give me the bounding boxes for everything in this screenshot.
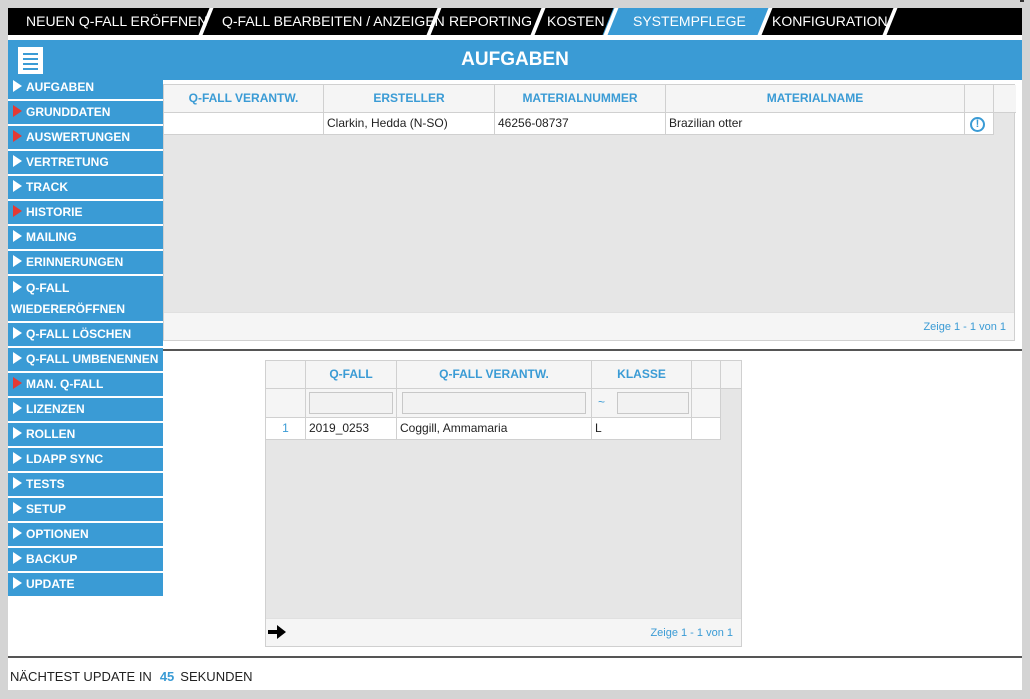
sidebar-item-optionen[interactable]: OPTIONEN xyxy=(8,523,163,548)
triangle-right-icon xyxy=(13,255,22,267)
filter-verantw-input[interactable] xyxy=(402,392,586,414)
sidebar-item-grunddaten[interactable]: GRUNDDATEN xyxy=(8,101,163,126)
table-cell[interactable]: Coggill, Ammamaria xyxy=(397,418,592,440)
filter-cell xyxy=(306,389,397,418)
table-cell[interactable]: L xyxy=(592,418,692,440)
triangle-right-icon xyxy=(13,230,22,242)
column-header-scroll xyxy=(994,85,1016,113)
column-header-materialname[interactable]: MATERIALNAME xyxy=(666,85,965,113)
table-cell xyxy=(692,418,721,440)
triangle-right-icon xyxy=(13,452,22,464)
tab-reporting[interactable]: REPORTING xyxy=(431,8,535,35)
column-header-empty xyxy=(692,361,721,389)
sidebar-item-q-fall-umbenennen[interactable]: Q-FALL UMBENENNEN xyxy=(8,348,163,373)
window-corner-mark xyxy=(1020,0,1024,2)
menu-document-icon[interactable] xyxy=(13,43,47,77)
pager-info: Zeige 1 - 1 von 1 xyxy=(650,627,733,639)
table-cell[interactable]: 46256-08737 xyxy=(495,113,666,135)
sidebar-item-update[interactable]: UPDATE xyxy=(8,573,163,598)
sidebar-item-mailing[interactable]: MAILING xyxy=(8,226,163,251)
column-header-q-fall[interactable]: Q-FALL xyxy=(306,361,397,389)
table-cell-action: ! xyxy=(965,113,994,135)
table-cell[interactable]: Brazilian otter xyxy=(666,113,965,135)
triangle-right-icon xyxy=(13,80,22,92)
filter-cell xyxy=(692,389,721,418)
filter-cell: ~ xyxy=(592,389,692,418)
q-fall-grid: Q-FALL Q-FALL VERANTW. KLASSE ~ 1 2019_0… xyxy=(265,360,742,647)
triangle-right-icon xyxy=(13,577,22,589)
main-frame: AUFGABEN AUFGABEN GRUNDDATEN AUSWERTUNGE… xyxy=(8,35,1022,690)
filter-klasse-input[interactable] xyxy=(617,392,689,414)
aufgaben-grid: Q-FALL VERANTW. ERSTELLER MATERIALNUMMER… xyxy=(163,84,1016,341)
column-header-q-fall-verantw[interactable]: Q-FALL VERANTW. xyxy=(397,361,592,389)
sidebar-item-q-fall-loeschen[interactable]: Q-FALL LÖSCHEN xyxy=(8,323,163,348)
triangle-right-icon xyxy=(13,130,22,142)
exclamation-circle-icon[interactable]: ! xyxy=(970,117,985,132)
grid-footer: Zeige 1 - 1 von 1 xyxy=(164,312,1014,340)
page-title: AUFGABEN xyxy=(8,40,1022,80)
arrow-right-icon[interactable] xyxy=(268,625,286,639)
triangle-right-icon xyxy=(13,402,22,414)
table-cell[interactable] xyxy=(164,113,324,135)
triangle-right-icon xyxy=(13,327,22,339)
triangle-right-icon xyxy=(13,105,22,117)
pager-info: Zeige 1 - 1 von 1 xyxy=(923,321,1006,333)
triangle-right-icon xyxy=(13,352,22,364)
column-header-scroll xyxy=(721,361,741,389)
column-header-q-fall-verantw[interactable]: Q-FALL VERANTW. xyxy=(164,85,324,113)
sidebar-item-rollen[interactable]: ROLLEN xyxy=(8,423,163,448)
column-header-ersteller[interactable]: ERSTELLER xyxy=(324,85,495,113)
column-header-rownum xyxy=(266,361,306,389)
sidebar-item-vertretung[interactable]: VERTRETUNG xyxy=(8,151,163,176)
triangle-right-icon xyxy=(13,502,22,514)
triangle-right-icon xyxy=(13,180,22,192)
sidebar-item-erinnerungen[interactable]: ERINNERUNGEN xyxy=(8,251,163,276)
update-countdown: 45 xyxy=(159,669,175,684)
sidebar-item-aufgaben[interactable]: AUFGABEN xyxy=(8,76,163,101)
sidebar-item-historie[interactable]: HISTORIE xyxy=(8,201,163,226)
filter-cell xyxy=(266,389,306,418)
column-header-action xyxy=(965,85,994,113)
tab-konfiguration[interactable]: KONFIGURATION xyxy=(754,8,888,35)
sidebar-item-ldapp-sync[interactable]: LDAPP SYNC xyxy=(8,448,163,473)
triangle-right-icon xyxy=(13,281,22,293)
triangle-right-icon xyxy=(13,155,22,167)
table-cell[interactable]: Clarkin, Hedda (N-SO) xyxy=(324,113,495,135)
sidebar-item-setup[interactable]: SETUP xyxy=(8,498,163,523)
triangle-right-icon xyxy=(13,205,22,217)
sidebar-item-q-fall-wiedereroeffnen[interactable]: Q-FALL WIEDERERÖFFNEN xyxy=(8,276,163,323)
sidebar-item-backup[interactable]: BACKUP xyxy=(8,548,163,573)
tab-q-fall-bearbeiten[interactable]: Q-FALL BEARBEITEN / ANZEIGEN xyxy=(204,8,445,35)
sidebar-item-tests[interactable]: TESTS xyxy=(8,473,163,498)
row-number: 1 xyxy=(266,418,306,440)
update-status: NÄCHTEST UPDATE IN 45 SEKUNDEN xyxy=(10,669,253,684)
sidebar-menu: AUFGABEN GRUNDDATEN AUSWERTUNGEN VERTRET… xyxy=(8,76,163,598)
filter-cell xyxy=(397,389,592,418)
column-header-klasse[interactable]: KLASSE xyxy=(592,361,692,389)
table-cell[interactable]: 2019_0253 xyxy=(306,418,397,440)
tab-kosten[interactable]: KOSTEN xyxy=(529,8,607,35)
filter-operator[interactable]: ~ xyxy=(598,395,605,409)
triangle-right-icon xyxy=(13,527,22,539)
triangle-right-icon xyxy=(13,427,22,439)
column-header-materialnummer[interactable]: MATERIALNUMMER xyxy=(495,85,666,113)
top-navigation: NEUEN Q-FALL ERÖFFNEN Q-FALL BEARBEITEN … xyxy=(8,8,1022,35)
triangle-right-icon xyxy=(13,552,22,564)
triangle-right-icon xyxy=(13,377,22,389)
sidebar-item-man-q-fall[interactable]: MAN. Q-FALL xyxy=(8,373,163,398)
sidebar-item-track[interactable]: TRACK xyxy=(8,176,163,201)
grid-footer: Zeige 1 - 1 von 1 xyxy=(266,618,741,646)
filter-q-fall-input[interactable] xyxy=(309,392,393,414)
tab-systempflege[interactable]: SYSTEMPFLEGE xyxy=(614,8,760,35)
triangle-right-icon xyxy=(13,477,22,489)
sidebar-item-auswertungen[interactable]: AUSWERTUNGEN xyxy=(8,126,163,151)
sidebar-item-lizenzen[interactable]: LIZENZEN xyxy=(8,398,163,423)
footer-divider xyxy=(8,656,1022,658)
tab-neuen-q-fall[interactable]: NEUEN Q-FALL ERÖFFNEN xyxy=(8,8,208,35)
